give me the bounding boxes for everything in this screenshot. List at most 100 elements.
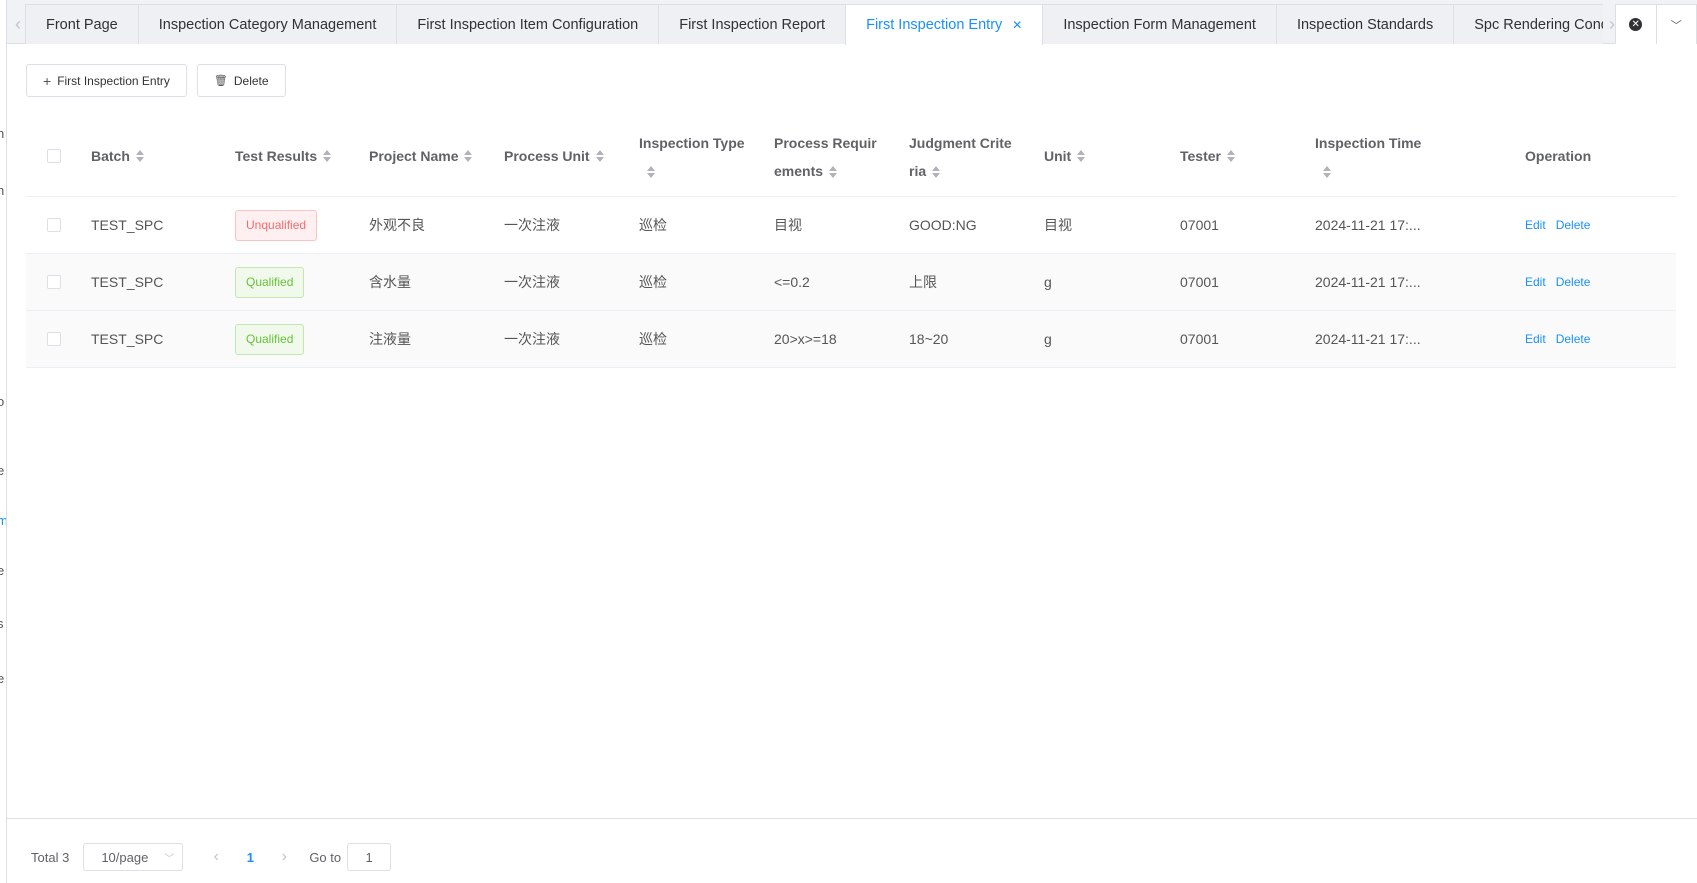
inspection-table: Batch Test Results Project Name Process … [26,116,1676,368]
delete-button[interactable]: 🗑 Delete [196,64,286,97]
cell-tester: 07001 [1180,217,1219,233]
cell-judgment-criteria: GOOD:NG [909,217,977,233]
tab-inspection-standards[interactable]: Inspection Standards [1275,4,1455,44]
tab-inspection-category-management[interactable]: Inspection Category Management [137,4,398,44]
row-select [26,311,91,367]
cell-judgment-criteria: 18~20 [909,331,949,347]
edit-link[interactable]: Edit [1525,218,1546,232]
header-judgment-criteria[interactable]: Judgment Criteria [909,116,1044,196]
sort-icon[interactable] [932,165,941,178]
plus-icon: + [43,72,52,89]
sort-icon[interactable] [1077,150,1086,162]
row-checkbox[interactable] [46,218,61,232]
tab-first-inspection-entry[interactable]: First Inspection Entry ✕ [845,4,1044,45]
cell-project-name: 含水量 [369,274,411,290]
next-page-icon[interactable]: › [269,848,299,866]
cell-batch: TEST_SPC [91,274,164,290]
sort-icon[interactable] [464,150,473,162]
trash-icon: 🗑 [213,75,228,87]
sort-icon[interactable] [1323,165,1331,178]
row-checkbox[interactable] [46,275,61,289]
prev-page-icon[interactable]: ‹ [201,848,231,866]
cell-process-unit: 一次注液 [504,217,560,233]
edit-link[interactable]: Edit [1525,332,1546,346]
header-label: Project Name [369,148,459,164]
tab-label: Inspection Category Management [158,17,377,33]
cell-process-requirements: <=0.2 [774,274,810,290]
tab-first-inspection-report[interactable]: First Inspection Report [658,4,847,44]
pagination-bar: Total 3 10/page ﹀ ‹ 1 › Go to [7,818,1697,883]
add-first-inspection-entry-button[interactable]: + First Inspection Entry [26,64,187,97]
sidebar-fragment[interactable]: o [0,394,4,409]
cell-test-result: Qualified [235,311,369,367]
cell-process-requirements: 目视 [774,217,802,233]
cell-inspection-type: 巡检 [639,217,667,233]
page-size-select[interactable]: 10/page ﹀ [83,843,184,871]
sidebar-edge: n n o e m e s e [0,0,7,883]
delete-link[interactable]: Delete [1556,218,1591,232]
delete-link[interactable]: Delete [1556,275,1591,289]
sort-icon[interactable] [1226,150,1235,162]
header-inspection-type[interactable]: Inspection Type [639,116,774,196]
header-label: Process Unit [504,148,590,164]
header-project-name[interactable]: Project Name [369,116,504,196]
header-operation: Operation [1525,116,1676,196]
tab-label: Spc Rendering Condit [1474,17,1603,33]
total-count: Total 3 [31,849,70,865]
tab-spc-rendering-conditions[interactable]: Spc Rendering Condit [1453,4,1603,44]
header-test-results[interactable]: Test Results [235,116,369,196]
close-circle-icon: ✕ [1629,18,1643,31]
header-label: Inspection Type [639,134,745,151]
sort-icon[interactable] [323,150,332,162]
header-batch[interactable]: Batch [91,116,235,196]
sidebar-fragment[interactable]: s [0,616,4,631]
tab-first-inspection-item-configuration[interactable]: First Inspection Item Configuration [396,4,660,44]
table-row[interactable]: TEST_SPC Qualified 注液量 一次注液 巡检 20>x>=18 … [26,311,1676,368]
goto-page: Go to [309,843,392,871]
cell-project-name: 外观不良 [369,217,425,233]
chevron-down-icon: ﹀ [164,853,175,865]
tab-inspection-form-management[interactable]: Inspection Form Management [1042,4,1277,44]
sidebar-fragment[interactable]: n [0,126,4,141]
table-row[interactable]: TEST_SPC Unqualified 外观不良 一次注液 巡检 目视 GOO… [26,197,1676,254]
table-row[interactable]: TEST_SPC Qualified 含水量 一次注液 巡检 <=0.2 上限 … [26,254,1676,311]
page-number-current[interactable]: 1 [231,850,269,865]
tab-menu-button[interactable]: ﹀ [1655,5,1697,44]
status-badge: Qualified [235,323,305,355]
sort-icon[interactable] [135,150,144,162]
tab-close-icon[interactable]: ✕ [1012,18,1022,32]
cell-process-unit: 一次注液 [504,331,560,347]
close-all-tabs-button[interactable]: ✕ [1616,5,1656,44]
sort-icon[interactable] [829,165,838,178]
cell-batch: TEST_SPC [91,217,164,233]
sidebar-fragment[interactable]: e [0,671,4,686]
row-checkbox[interactable] [46,332,61,346]
delete-link[interactable]: Delete [1556,332,1591,346]
chevron-down-icon: ﹀ [1670,19,1682,32]
sidebar-fragment[interactable]: e [0,463,4,478]
edit-link[interactable]: Edit [1525,275,1546,289]
header-label: Inspection Time [1315,134,1422,151]
goto-page-input[interactable] [347,843,392,871]
header-inspection-time[interactable]: Inspection Time [1315,116,1525,196]
row-select [26,254,91,310]
header-process-unit[interactable]: Process Unit [504,116,639,196]
tab-front-page[interactable]: Front Page [25,4,139,44]
status-badge: Qualified [235,266,305,298]
sort-icon[interactable] [647,165,655,178]
cell-unit: g [1044,274,1052,290]
select-all-checkbox[interactable] [46,149,61,163]
sidebar-fragment[interactable]: e [0,563,4,578]
header-process-requirements[interactable]: Process Requirements [774,116,909,196]
header-label: Judgment Criteria [909,134,1012,179]
sort-icon[interactable] [595,150,604,162]
cell-operation: Edit Delete [1525,311,1676,367]
header-tester[interactable]: Tester [1180,116,1315,196]
sidebar-fragment-active[interactable]: m [0,513,6,528]
header-unit[interactable]: Unit [1044,116,1180,196]
sidebar-fragment[interactable]: n [0,183,4,198]
header-select-all [26,116,91,196]
button-label: Delete [233,73,269,88]
cell-process-unit: 一次注液 [504,274,560,290]
row-select [26,197,91,253]
